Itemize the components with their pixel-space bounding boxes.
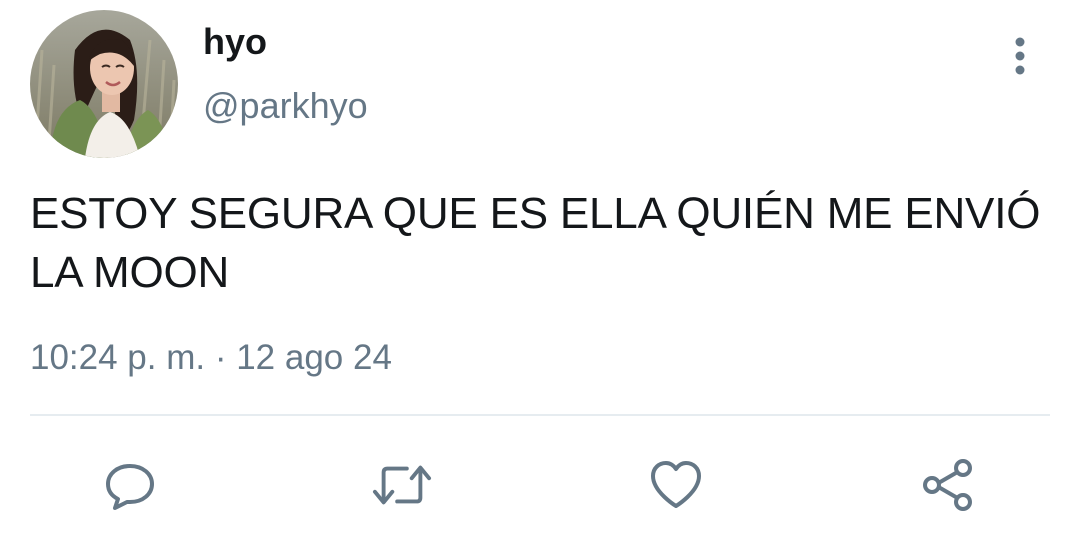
avatar-photo — [30, 10, 178, 158]
reply-button[interactable] — [100, 455, 160, 515]
tweet-timestamp[interactable]: 10:24 p. m. · 12 ago 24 — [30, 336, 392, 380]
more-options-button[interactable] — [1000, 32, 1040, 80]
share-icon — [923, 459, 972, 511]
avatar[interactable] — [30, 10, 178, 158]
heart-icon — [651, 461, 701, 508]
comment-icon — [106, 464, 154, 510]
divider — [30, 414, 1050, 416]
author-handle[interactable]: @parkhyo — [203, 84, 368, 128]
more-vertical-icon — [1015, 37, 1025, 75]
retweet-button[interactable] — [372, 455, 432, 515]
like-button[interactable] — [646, 455, 706, 515]
author-display-name[interactable]: hyo — [203, 20, 267, 64]
retweet-icon — [372, 465, 432, 505]
tweet-text: ESTOY SEGURA QUE ES ELLA QUIÉN ME ENVIÓ … — [30, 189, 1041, 297]
share-button[interactable] — [918, 455, 978, 515]
